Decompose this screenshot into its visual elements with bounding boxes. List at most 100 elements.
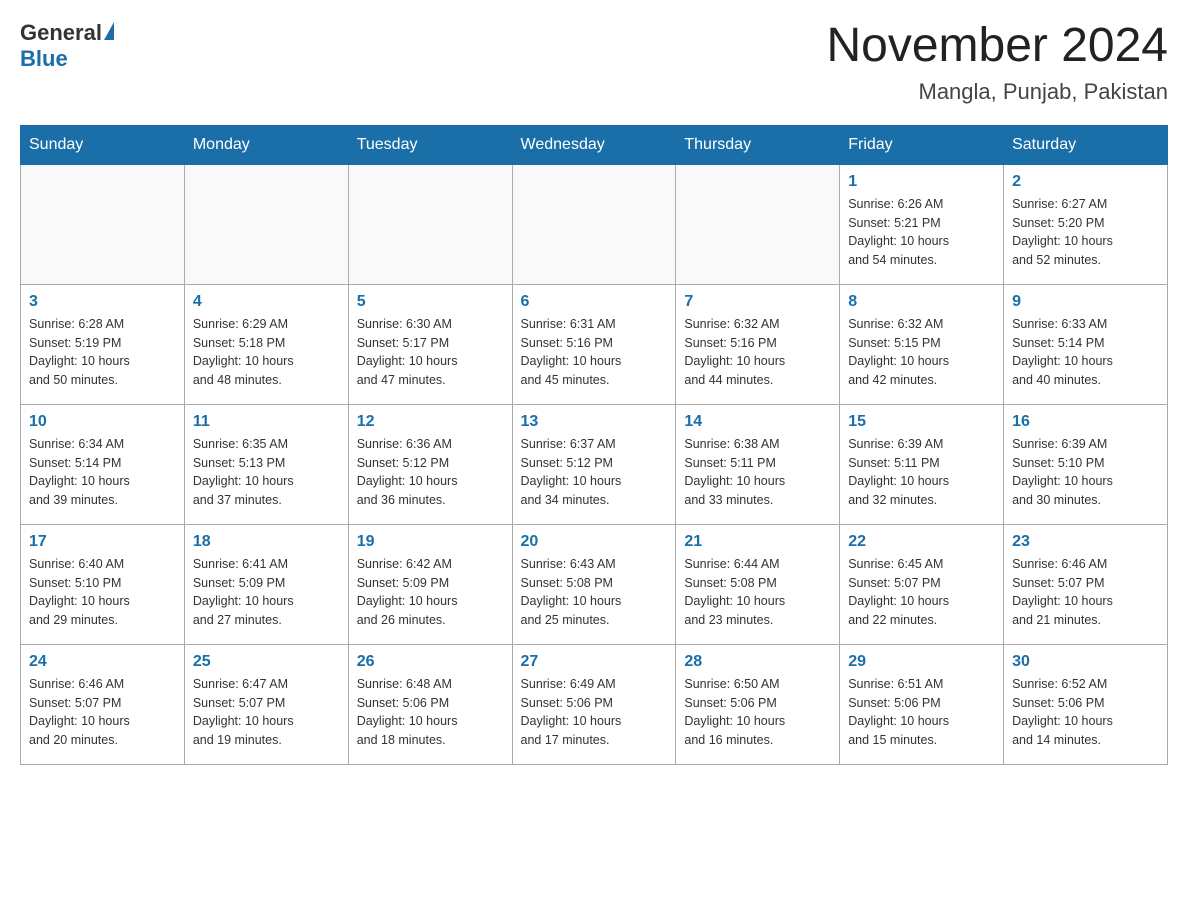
calendar-cell: 21 Sunrise: 6:44 AMSunset: 5:08 PMDayligh… xyxy=(676,524,840,644)
calendar-cell: 3 Sunrise: 6:28 AMSunset: 5:19 PMDaylight… xyxy=(21,284,185,404)
calendar-cell: 13 Sunrise: 6:37 AMSunset: 5:12 PMDayligh… xyxy=(512,404,676,524)
day-number: 7 xyxy=(684,293,831,311)
calendar-cell xyxy=(676,164,840,284)
calendar-cell: 24 Sunrise: 6:46 AMSunset: 5:07 PMDayligh… xyxy=(21,644,185,764)
week-row: 1 Sunrise: 6:26 AMSunset: 5:21 PMDaylight… xyxy=(21,164,1168,284)
day-info: Sunrise: 6:46 AMSunset: 5:07 PMDaylight:… xyxy=(29,675,176,750)
calendar-cell: 30Sunrise: 6:52 AMSunset: 5:06 PMDayligh… xyxy=(1004,644,1168,764)
page-header: General Blue November 2024 Mangla, Punja… xyxy=(20,20,1168,105)
week-row: 24 Sunrise: 6:46 AMSunset: 5:07 PMDayligh… xyxy=(21,644,1168,764)
day-number: 15 xyxy=(848,413,995,431)
calendar-cell: 28 Sunrise: 6:50 AMSunset: 5:06 PMDayligh… xyxy=(676,644,840,764)
calendar-cell: 2 Sunrise: 6:27 AMSunset: 5:20 PMDaylight… xyxy=(1004,164,1168,284)
calendar-cell: 7Sunrise: 6:32 AMSunset: 5:16 PMDaylight… xyxy=(676,284,840,404)
day-info: Sunrise: 6:26 AMSunset: 5:21 PMDaylight:… xyxy=(848,195,995,270)
day-number: 17 xyxy=(29,533,176,551)
day-number: 6 xyxy=(521,293,668,311)
calendar-cell xyxy=(184,164,348,284)
day-info: Sunrise: 6:41 AMSunset: 5:09 PMDaylight:… xyxy=(193,555,340,630)
weekday-header-tuesday: Tuesday xyxy=(348,125,512,164)
day-info: Sunrise: 6:34 AMSunset: 5:14 PMDaylight:… xyxy=(29,435,176,510)
day-info: Sunrise: 6:38 AMSunset: 5:11 PMDaylight:… xyxy=(684,435,831,510)
day-number: 16 xyxy=(1012,413,1159,431)
calendar-cell: 5 Sunrise: 6:30 AMSunset: 5:17 PMDaylight… xyxy=(348,284,512,404)
calendar-cell: 17 Sunrise: 6:40 AMSunset: 5:10 PMDayligh… xyxy=(21,524,185,644)
day-info: Sunrise: 6:47 AMSunset: 5:07 PMDaylight:… xyxy=(193,675,340,750)
day-number: 25 xyxy=(193,653,340,671)
day-number: 13 xyxy=(521,413,668,431)
day-info: Sunrise: 6:40 AMSunset: 5:10 PMDaylight:… xyxy=(29,555,176,630)
day-number: 23 xyxy=(1012,533,1159,551)
day-number: 24 xyxy=(29,653,176,671)
weekday-header-friday: Friday xyxy=(840,125,1004,164)
day-number: 3 xyxy=(29,293,176,311)
calendar-header: SundayMondayTuesdayWednesdayThursdayFrid… xyxy=(21,125,1168,164)
day-number: 8 xyxy=(848,293,995,311)
day-number: 9 xyxy=(1012,293,1159,311)
day-number: 2 xyxy=(1012,173,1159,191)
title-area: November 2024 Mangla, Punjab, Pakistan xyxy=(826,20,1168,105)
day-info: Sunrise: 6:45 AMSunset: 5:07 PMDaylight:… xyxy=(848,555,995,630)
day-info: Sunrise: 6:36 AMSunset: 5:12 PMDaylight:… xyxy=(357,435,504,510)
day-info: Sunrise: 6:43 AMSunset: 5:08 PMDaylight:… xyxy=(521,555,668,630)
calendar-cell: 20Sunrise: 6:43 AMSunset: 5:08 PMDayligh… xyxy=(512,524,676,644)
day-number: 12 xyxy=(357,413,504,431)
logo-blue-text: Blue xyxy=(20,46,114,72)
calendar-cell: 16 Sunrise: 6:39 AMSunset: 5:10 PMDayligh… xyxy=(1004,404,1168,524)
day-info: Sunrise: 6:39 AMSunset: 5:11 PMDaylight:… xyxy=(848,435,995,510)
week-row: 17 Sunrise: 6:40 AMSunset: 5:10 PMDayligh… xyxy=(21,524,1168,644)
calendar-cell: 18Sunrise: 6:41 AMSunset: 5:09 PMDayligh… xyxy=(184,524,348,644)
week-row: 3 Sunrise: 6:28 AMSunset: 5:19 PMDaylight… xyxy=(21,284,1168,404)
day-number: 27 xyxy=(521,653,668,671)
calendar-cell: 1 Sunrise: 6:26 AMSunset: 5:21 PMDaylight… xyxy=(840,164,1004,284)
weekday-header-thursday: Thursday xyxy=(676,125,840,164)
calendar-cell: 29Sunrise: 6:51 AMSunset: 5:06 PMDayligh… xyxy=(840,644,1004,764)
day-number: 14 xyxy=(684,413,831,431)
day-number: 11 xyxy=(193,413,340,431)
day-info: Sunrise: 6:27 AMSunset: 5:20 PMDaylight:… xyxy=(1012,195,1159,270)
calendar-cell: 4Sunrise: 6:29 AMSunset: 5:18 PMDaylight… xyxy=(184,284,348,404)
day-info: Sunrise: 6:35 AMSunset: 5:13 PMDaylight:… xyxy=(193,435,340,510)
day-info: Sunrise: 6:50 AMSunset: 5:06 PMDaylight:… xyxy=(684,675,831,750)
day-info: Sunrise: 6:39 AMSunset: 5:10 PMDaylight:… xyxy=(1012,435,1159,510)
calendar-cell: 27 Sunrise: 6:49 AMSunset: 5:06 PMDayligh… xyxy=(512,644,676,764)
day-info: Sunrise: 6:44 AMSunset: 5:08 PMDaylight:… xyxy=(684,555,831,630)
month-title: November 2024 xyxy=(826,20,1168,73)
day-number: 10 xyxy=(29,413,176,431)
day-number: 30 xyxy=(1012,653,1159,671)
calendar-cell: 22 Sunrise: 6:45 AMSunset: 5:07 PMDayligh… xyxy=(840,524,1004,644)
calendar-cell: 14 Sunrise: 6:38 AMSunset: 5:11 PMDayligh… xyxy=(676,404,840,524)
calendar-cell xyxy=(348,164,512,284)
day-info: Sunrise: 6:31 AMSunset: 5:16 PMDaylight:… xyxy=(521,315,668,390)
calendar-table: SundayMondayTuesdayWednesdayThursdayFrid… xyxy=(20,125,1168,765)
calendar-cell: 11 Sunrise: 6:35 AMSunset: 5:13 PMDayligh… xyxy=(184,404,348,524)
weekday-header-monday: Monday xyxy=(184,125,348,164)
week-row: 10 Sunrise: 6:34 AMSunset: 5:14 PMDayligh… xyxy=(21,404,1168,524)
day-info: Sunrise: 6:32 AMSunset: 5:15 PMDaylight:… xyxy=(848,315,995,390)
day-number: 26 xyxy=(357,653,504,671)
day-info: Sunrise: 6:37 AMSunset: 5:12 PMDaylight:… xyxy=(521,435,668,510)
calendar-cell: 6 Sunrise: 6:31 AMSunset: 5:16 PMDaylight… xyxy=(512,284,676,404)
calendar-cell: 10 Sunrise: 6:34 AMSunset: 5:14 PMDayligh… xyxy=(21,404,185,524)
day-number: 21 xyxy=(684,533,831,551)
day-number: 22 xyxy=(848,533,995,551)
day-number: 19 xyxy=(357,533,504,551)
day-info: Sunrise: 6:48 AMSunset: 5:06 PMDaylight:… xyxy=(357,675,504,750)
day-info: Sunrise: 6:49 AMSunset: 5:06 PMDaylight:… xyxy=(521,675,668,750)
calendar-cell: 26 Sunrise: 6:48 AMSunset: 5:06 PMDayligh… xyxy=(348,644,512,764)
calendar-cell: 12 Sunrise: 6:36 AMSunset: 5:12 PMDayligh… xyxy=(348,404,512,524)
logo-general-text: General xyxy=(20,20,102,45)
day-number: 28 xyxy=(684,653,831,671)
day-info: Sunrise: 6:29 AMSunset: 5:18 PMDaylight:… xyxy=(193,315,340,390)
weekday-header-saturday: Saturday xyxy=(1004,125,1168,164)
logo: General Blue xyxy=(20,20,114,72)
calendar-cell: 8 Sunrise: 6:32 AMSunset: 5:15 PMDaylight… xyxy=(840,284,1004,404)
day-info: Sunrise: 6:28 AMSunset: 5:19 PMDaylight:… xyxy=(29,315,176,390)
day-number: 5 xyxy=(357,293,504,311)
day-number: 1 xyxy=(848,173,995,191)
calendar-cell xyxy=(512,164,676,284)
calendar-cell: 15 Sunrise: 6:39 AMSunset: 5:11 PMDayligh… xyxy=(840,404,1004,524)
day-info: Sunrise: 6:30 AMSunset: 5:17 PMDaylight:… xyxy=(357,315,504,390)
day-info: Sunrise: 6:51 AMSunset: 5:06 PMDaylight:… xyxy=(848,675,995,750)
weekday-header-sunday: Sunday xyxy=(21,125,185,164)
